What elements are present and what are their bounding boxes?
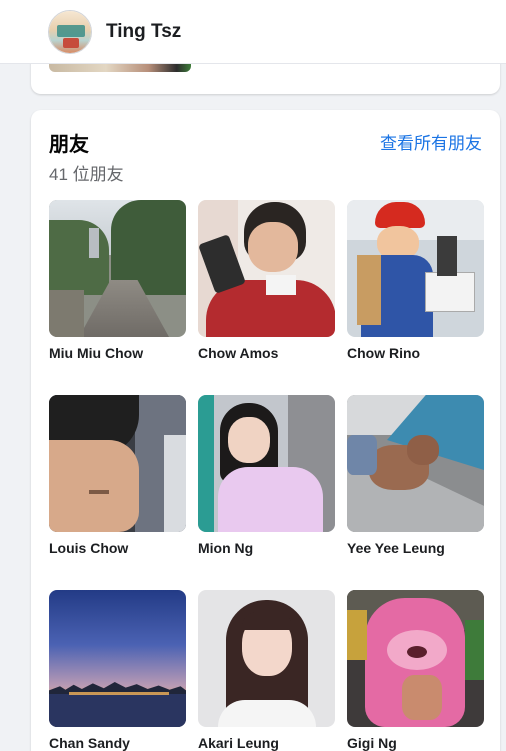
friend-tile[interactable]: Chow Rino: [347, 200, 484, 361]
friend-name[interactable]: Mion Ng: [198, 540, 335, 556]
friend-photo[interactable]: [198, 395, 335, 532]
profile-name[interactable]: Ting Tsz: [106, 21, 181, 43]
friend-photo[interactable]: [198, 200, 335, 337]
see-all-friends-link[interactable]: 查看所有朋友: [380, 129, 482, 154]
friend-name[interactable]: Yee Yee Leung: [347, 540, 484, 556]
friend-tile[interactable]: Yee Yee Leung: [347, 395, 484, 556]
friends-grid: Miu Miu Chow Chow Amos Chow Rino Louis C…: [49, 200, 485, 751]
friend-name[interactable]: Chan Sandy: [49, 735, 186, 751]
friend-tile[interactable]: Miu Miu Chow: [49, 200, 186, 361]
friend-photo[interactable]: [347, 200, 484, 337]
friends-count: 41 位朋友: [49, 165, 124, 184]
friend-photo[interactable]: [347, 590, 484, 727]
profile-header: Ting Tsz: [0, 0, 506, 64]
friend-name[interactable]: Louis Chow: [49, 540, 186, 556]
friends-title: 朋友: [49, 134, 89, 156]
friend-photo[interactable]: [347, 395, 484, 532]
friend-name[interactable]: Miu Miu Chow: [49, 345, 186, 361]
previous-photo-strip: [49, 64, 191, 72]
friend-name[interactable]: Akari Leung: [198, 735, 335, 751]
friend-tile[interactable]: Chan Sandy: [49, 590, 186, 751]
friend-tile[interactable]: Gigi Ng: [347, 590, 484, 751]
friend-name[interactable]: Chow Amos: [198, 345, 335, 361]
profile-avatar[interactable]: [48, 9, 92, 54]
friend-tile[interactable]: Akari Leung: [198, 590, 335, 751]
friend-photo[interactable]: [198, 590, 335, 727]
friend-tile[interactable]: Chow Amos: [198, 200, 335, 361]
friend-photo[interactable]: [49, 395, 186, 532]
friend-photo[interactable]: [49, 200, 186, 337]
friend-name[interactable]: Chow Rino: [347, 345, 484, 361]
friend-tile[interactable]: Mion Ng: [198, 395, 335, 556]
friend-photo[interactable]: [49, 590, 186, 727]
friend-tile[interactable]: Louis Chow: [49, 395, 186, 556]
friend-name[interactable]: Gigi Ng: [347, 735, 484, 751]
friends-card: 朋友 41 位朋友 查看所有朋友 Miu Miu Chow Chow Amos …: [31, 110, 500, 751]
